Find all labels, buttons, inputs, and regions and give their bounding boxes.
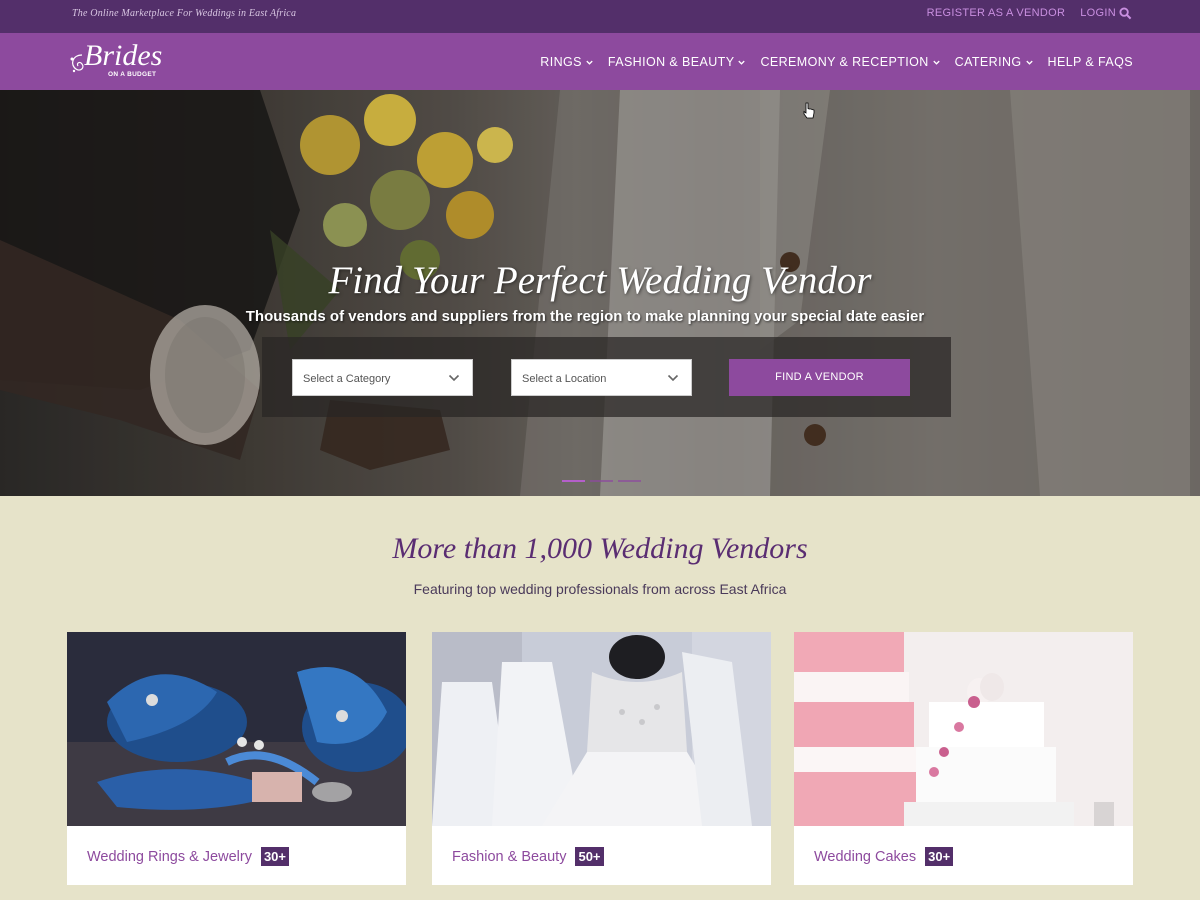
slider-dots bbox=[562, 480, 641, 482]
section-title: More than 1,000 Wedding Vendors bbox=[392, 532, 808, 565]
section-subtitle: Featuring top wedding professionals from… bbox=[413, 581, 787, 597]
nav-item-ceremony-reception[interactable]: CEREMONY & RECEPTION bbox=[760, 55, 940, 69]
site-tagline: The Online Marketplace For Weddings in E… bbox=[72, 8, 297, 19]
card-title: Fashion & Beauty bbox=[452, 848, 567, 865]
card-label: Wedding Cakes 30+ bbox=[814, 847, 954, 866]
nav-item-catering[interactable]: CATERING bbox=[955, 55, 1034, 69]
hero-title: Find Your Perfect Wedding Vendor bbox=[328, 259, 872, 302]
vendor-count-badge: 30+ bbox=[260, 847, 290, 866]
nav-item-rings[interactable]: RINGS bbox=[540, 55, 594, 69]
slider-dot[interactable] bbox=[618, 480, 641, 482]
chevron-down-icon bbox=[1025, 60, 1033, 65]
card-label: Fashion & Beauty 50+ bbox=[452, 847, 604, 866]
card-label: Wedding Rings & Jewelry 30+ bbox=[87, 847, 290, 866]
location-select-value: Select a Location bbox=[522, 373, 607, 385]
chevron-down-icon bbox=[932, 60, 940, 65]
nav-item-help-faqs[interactable]: HELP & FAQS bbox=[1048, 55, 1133, 69]
nav-item-fashion-beauty[interactable]: FASHION & BEAUTY bbox=[608, 55, 747, 69]
vendor-count-badge: 50+ bbox=[575, 847, 604, 866]
nav-item-label: CEREMONY & RECEPTION bbox=[760, 55, 929, 69]
search-icon[interactable] bbox=[1119, 7, 1132, 20]
nav-item-label: HELP & FAQS bbox=[1047, 55, 1133, 69]
site-logo[interactable]: Brides ON A BUDGET bbox=[68, 39, 168, 83]
jewelry-shoes-image bbox=[67, 632, 406, 826]
logo-text: Brides bbox=[84, 39, 163, 72]
vendor-search-panel: Select a Category Select a Location FIND… bbox=[262, 337, 951, 417]
category-card-fashion-beauty[interactable]: Fashion & Beauty 50+ bbox=[432, 632, 771, 885]
wedding-dress-image bbox=[432, 632, 771, 826]
chevron-down-icon bbox=[667, 374, 679, 382]
card-image bbox=[432, 632, 771, 826]
card-title: Wedding Cakes bbox=[814, 848, 917, 865]
main-navbar: Brides ON A BUDGET RINGS FASHION & BEAUT… bbox=[0, 33, 1200, 90]
category-card-wedding-cakes[interactable]: Wedding Cakes 30+ bbox=[794, 632, 1133, 885]
slider-dot[interactable] bbox=[562, 480, 585, 482]
vendor-count-badge: 30+ bbox=[925, 847, 954, 866]
wedding-cake-image bbox=[794, 632, 1133, 826]
top-bar: The Online Marketplace For Weddings in E… bbox=[0, 0, 1200, 33]
login-link[interactable]: LOGIN bbox=[1080, 7, 1116, 19]
category-card-rings-jewelry[interactable]: Wedding Rings & Jewelry 30+ bbox=[67, 632, 406, 885]
card-image bbox=[67, 632, 406, 826]
category-select[interactable]: Select a Category bbox=[292, 359, 473, 396]
chevron-down-icon bbox=[738, 60, 746, 65]
mouse-cursor-icon bbox=[803, 102, 815, 119]
register-vendor-link[interactable]: REGISTER AS A VENDOR bbox=[927, 7, 1066, 19]
category-select-value: Select a Category bbox=[303, 373, 391, 385]
card-image bbox=[794, 632, 1133, 826]
nav-item-label: FASHION & BEAUTY bbox=[607, 55, 735, 69]
slider-dot[interactable] bbox=[590, 480, 613, 482]
hero-banner: Find Your Perfect Wedding Vendor Thousan… bbox=[0, 90, 1200, 496]
chevron-down-icon bbox=[586, 60, 593, 65]
nav-item-label: RINGS bbox=[540, 55, 582, 69]
top-links: REGISTER AS A VENDOR LOGIN bbox=[927, 7, 1116, 19]
location-select[interactable]: Select a Location bbox=[511, 359, 692, 396]
logo-subtext: ON A BUDGET bbox=[108, 71, 157, 78]
find-vendor-button[interactable]: FIND A VENDOR bbox=[729, 359, 910, 396]
card-title: Wedding Rings & Jewelry bbox=[87, 848, 252, 865]
nav-item-label: CATERING bbox=[954, 55, 1022, 69]
chevron-down-icon bbox=[448, 374, 460, 382]
hero-subtitle: Thousands of vendors and suppliers from … bbox=[245, 308, 925, 325]
main-nav: RINGS FASHION & BEAUTY CEREMONY & RECEPT… bbox=[540, 55, 1133, 69]
